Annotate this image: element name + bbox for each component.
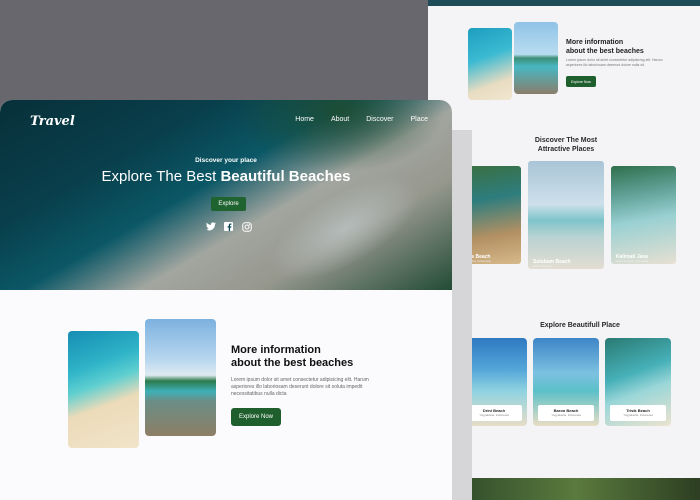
facebook-icon[interactable] [223, 221, 234, 232]
nav-home[interactable]: Home [295, 116, 314, 123]
main-nav: Home About Discover Place [295, 116, 428, 123]
hero-section: Travel Home About Discover Place Discove… [0, 100, 452, 290]
back-info-text: Lorem ipsum dolor sit amet consectetur a… [566, 58, 663, 67]
place-card-plate: Baron Beach Yogyakarta, Indonesia [538, 405, 594, 421]
back-discover-title: Discover The Most Attractive Places [534, 137, 598, 153]
hero-subtitle: Discover your place [195, 157, 257, 164]
hero-title: Explore The Best Beautiful Beaches [0, 168, 452, 185]
info-text: Lorem ipsum dolor sit amet consectetur a… [231, 377, 369, 397]
back-discover-card[interactable]: Kalimati Java Jawa Tengah, Indonesia [611, 166, 676, 264]
back-info-title: More information about the best beaches [566, 39, 644, 55]
back-footer-image [452, 478, 700, 500]
back-discover-card[interactable]: Sulubam Beach Bali, Indonesia [528, 161, 604, 269]
place-card-location: Yogyakarta, Indonesia [479, 413, 509, 417]
back-place-card[interactable]: Trisik Beach Yogyakarta, Indonesia [605, 338, 671, 426]
back-page-hero-strip [428, 0, 700, 6]
card-location: Jawa Tengah, Indonesia [616, 259, 649, 263]
back-place-card[interactable]: Baron Beach Yogyakarta, Indonesia [533, 338, 599, 426]
explore-now-button[interactable]: Explore Now [231, 408, 281, 426]
nav-place[interactable]: Place [410, 116, 428, 123]
twitter-icon[interactable] [205, 221, 216, 232]
place-card-plate: Trisik Beach Yogyakarta, Indonesia [610, 405, 666, 421]
front-page-mockup: Travel Home About Discover Place Discove… [0, 100, 452, 500]
info-image-pier [145, 319, 216, 436]
card-location: Bali, Indonesia [533, 264, 553, 268]
back-info-image-beach [468, 28, 512, 100]
place-card-location: Yogyakarta, Indonesia [551, 413, 581, 417]
hero-title-bold: Beautiful Beaches [220, 168, 351, 185]
instagram-icon[interactable] [241, 221, 252, 232]
nav-about[interactable]: About [331, 116, 349, 123]
place-card-plate: Drini Beach Yogyakarta, Indonesia [466, 405, 522, 421]
hero-title-plain: Explore The Best [101, 168, 221, 185]
back-places-title: Explore Beautifull Place [540, 322, 620, 329]
logo[interactable]: Travel [30, 114, 75, 129]
info-image-beach [68, 331, 139, 448]
social-links [205, 221, 252, 232]
nav-discover[interactable]: Discover [366, 116, 393, 123]
place-card-location: Yogyakarta, Indonesia [623, 413, 653, 417]
explore-button[interactable]: Explore [211, 197, 246, 211]
back-explore-now-button[interactable]: Explore Now [566, 76, 596, 87]
info-title: More information about the best beaches [231, 344, 354, 369]
back-info-image-pier [514, 22, 558, 94]
